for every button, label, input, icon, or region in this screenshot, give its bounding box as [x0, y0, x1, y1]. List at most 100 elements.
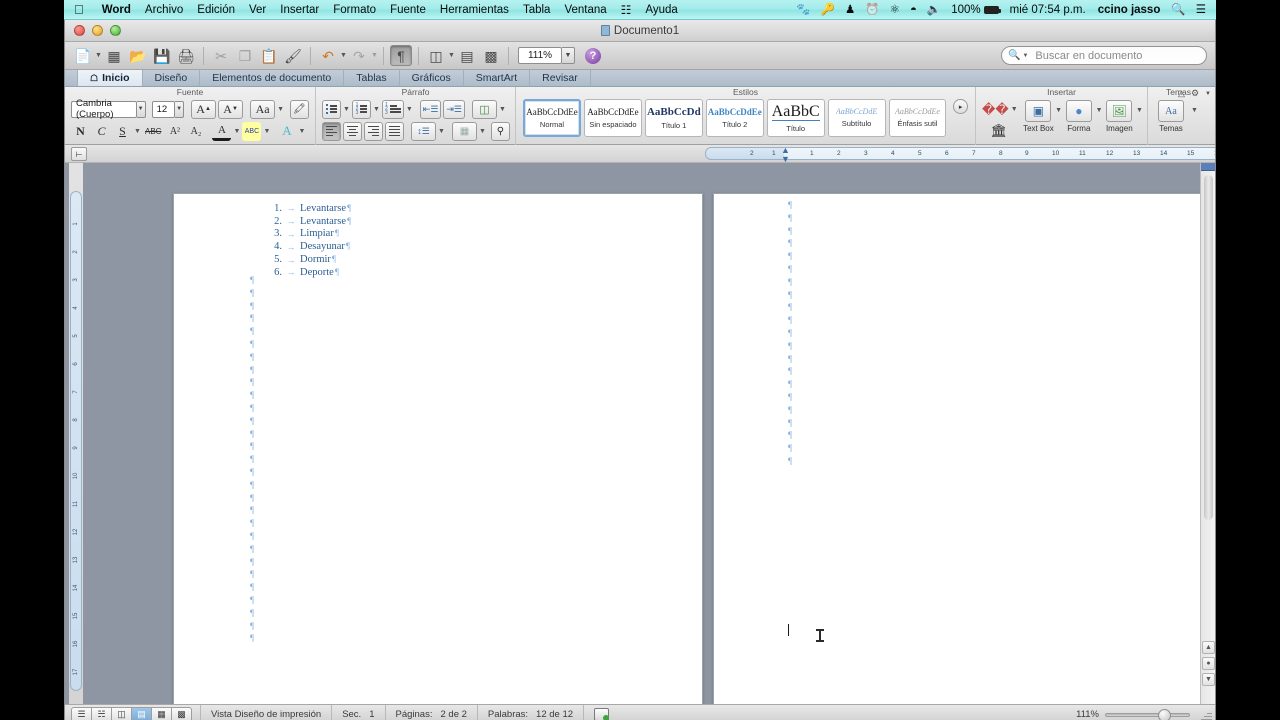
numbered-list-button[interactable]: 123 [352, 99, 371, 119]
shape-chevron-down-icon[interactable]: ▼ [1096, 107, 1103, 114]
tab-stop-selector-button[interactable]: ⊢ [71, 147, 87, 161]
zoom-slider-knob[interactable] [1158, 708, 1171, 720]
user-name-label[interactable]: ccino jasso [1092, 0, 1167, 20]
paste-button[interactable]: 📋 [258, 45, 280, 66]
record-macro-field[interactable] [583, 704, 619, 720]
cut-button[interactable]: ✂ [210, 45, 232, 66]
list-item[interactable]: 1. → Levantarse¶ [266, 202, 351, 215]
font-color-chevron-down-icon[interactable]: ▼ [233, 128, 240, 135]
change-case-button[interactable]: Aa [250, 99, 276, 119]
bold-button[interactable]: N [71, 122, 90, 141]
menu-item-ayuda[interactable]: Ayuda [638, 0, 684, 20]
zoom-stepper[interactable]: ▼ [562, 47, 575, 64]
publishing-view-button[interactable]: ◫ [111, 706, 132, 720]
select-browse-object-button[interactable]: ● [1202, 657, 1215, 670]
picture-chevron-down-icon[interactable]: ▼ [1136, 107, 1143, 114]
styles-more-button[interactable]: ▸ [953, 99, 968, 114]
text-box-chevron-down-icon[interactable]: ▼ [1055, 107, 1062, 114]
tab-elementos-de-documento[interactable]: Elementos de documento [200, 70, 345, 86]
undo-chevron-down-icon[interactable]: ▼ [340, 52, 347, 59]
zoom-slider[interactable] [1105, 708, 1190, 720]
list-item[interactable]: 5. → Dormir¶ [266, 253, 351, 266]
format-painter-button[interactable]: 🖌 [282, 45, 304, 66]
font-size-chevron-down-icon[interactable]: ▼ [175, 100, 185, 118]
photo-button[interactable]: 🏛 [980, 121, 1018, 140]
themes-chevron-down-icon[interactable]: ▼ [1191, 107, 1198, 114]
list-item[interactable]: 4. → Desayunar¶ [266, 240, 351, 253]
highlight-chevron-down-icon[interactable]: ▼ [263, 128, 270, 135]
line-spacing-chevron-down-icon[interactable]: ▼ [438, 128, 445, 135]
list-item[interactable]: 6. → Deporte¶ [266, 266, 351, 279]
style-titulo-2[interactable]: AaBbCcDdEe Título 2 [705, 99, 764, 137]
bulleted-list-button[interactable] [322, 99, 341, 119]
copy-button[interactable]: ❐ [234, 45, 256, 66]
menu-item-insertar[interactable]: Insertar [273, 0, 326, 20]
help-button[interactable]: ? [585, 47, 601, 64]
bluetooth-icon[interactable]: ⚛ [885, 0, 905, 20]
clear-formatting-button[interactable]: 🖍 [290, 99, 310, 119]
notebook-button[interactable]: ▤ [456, 45, 478, 66]
zoom-input[interactable]: 111% [518, 47, 562, 64]
show-formatting-marks-button[interactable]: ¶ [390, 45, 412, 66]
italic-button[interactable]: C [92, 122, 111, 141]
clock-icon[interactable]: ⏰ [860, 0, 884, 20]
print-layout-view-button[interactable]: ▤ [131, 706, 152, 720]
spotlight-search-icon[interactable]: 🔍 [1166, 0, 1190, 20]
notification-center-icon[interactable]: ☰ [1191, 0, 1216, 20]
font-size-input[interactable]: 12 [151, 100, 176, 118]
style-enfasis-sutil[interactable]: AaBbCcDdEe Énfasis sutil [888, 99, 947, 137]
open-gallery-button[interactable]: ▦ [103, 45, 125, 66]
media-browser-button[interactable]: ▩ [480, 45, 502, 66]
subscript-button[interactable]: A₂ [186, 122, 205, 141]
document-page-1[interactable]: 1. → Levantarse¶ 2. → Levantarse¶ 3. → Limpiar¶ 4… [173, 193, 703, 704]
decrease-indent-button[interactable]: ⇤☰ [419, 99, 442, 119]
borders-button[interactable]: ◫ [472, 99, 497, 119]
strikethrough-button[interactable]: ABC [143, 122, 163, 141]
align-center-button[interactable] [343, 121, 362, 141]
ribbon-settings-gear-icon[interactable]: ⚙ [1191, 88, 1199, 99]
apple-menu-icon[interactable]:  [64, 3, 95, 16]
vertical-ruler[interactable]: 1 2 3 4 5 6 7 8 9 10 11 12 13 14 15 16 1… [69, 163, 83, 704]
menu-item-word[interactable]: Word [95, 0, 138, 20]
shrink-font-button[interactable]: A ▼ [218, 99, 244, 119]
ribbon-options-chevron-down-icon[interactable]: ▼ [1205, 91, 1211, 97]
scroll-next-page-button[interactable]: ▼ [1202, 673, 1215, 686]
menu-item-tabla[interactable]: Tabla [516, 0, 558, 20]
multilevel-list-button[interactable]: 123 [382, 99, 404, 119]
font-color-button[interactable]: A [212, 122, 232, 141]
sidebar-button[interactable]: ◫ [425, 45, 447, 66]
new-document-button[interactable]: 📄 [72, 45, 94, 66]
underline-chevron-down-icon[interactable]: ▼ [134, 128, 141, 135]
battery-status[interactable]: 100% [946, 0, 1003, 20]
shading-chevron-down-icon[interactable]: ▼ [479, 128, 486, 135]
sort-button[interactable]: ⚲ [490, 121, 510, 141]
key-icon[interactable]: 🔑 [816, 0, 840, 20]
outline-view-button[interactable]: ☵ [91, 706, 112, 720]
wifi-icon[interactable]: ◓ [905, 0, 922, 20]
tab-revisar[interactable]: Revisar [530, 70, 591, 86]
new-document-chevron-down-icon[interactable]: ▼ [95, 52, 102, 59]
open-button[interactable]: 📂 [127, 45, 149, 66]
numbered-list[interactable]: 1. → Levantarse¶ 2. → Levantarse¶ 3. → Limpiar¶ 4… [266, 202, 351, 279]
draft-view-button[interactable]: ☰ [71, 706, 92, 720]
search-input[interactable]: 🔍 ▼ Buscar en documento [1001, 46, 1207, 65]
tab-smartart[interactable]: SmartArt [464, 70, 531, 86]
grow-font-button[interactable]: A ▲ [191, 99, 217, 119]
underline-button[interactable]: S [113, 122, 132, 141]
menu-item-herramientas[interactable]: Herramientas [433, 0, 516, 20]
align-justify-button[interactable] [385, 121, 404, 141]
redo-button[interactable]: ↷ [348, 45, 370, 66]
save-button[interactable]: 💾 [151, 45, 173, 66]
focus-view-button[interactable]: ▩ [171, 706, 192, 720]
style-titulo[interactable]: AaBbC Título [766, 99, 825, 137]
numbered-list-chevron-down-icon[interactable]: ▼ [373, 106, 380, 113]
change-case-chevron-down-icon[interactable]: ▼ [277, 106, 284, 113]
font-name-chevron-down-icon[interactable]: ▼ [136, 100, 146, 118]
menu-item-fuente[interactable]: Fuente [383, 0, 433, 20]
text-effects-button[interactable]: A [277, 122, 296, 141]
text-box-button[interactable]: ▣ Text Box [1023, 100, 1055, 133]
vertical-scrollbar[interactable]: ▲ ● ▼ [1200, 163, 1215, 704]
style-titulo-1[interactable]: AaBbCcDd Título 1 [644, 99, 703, 137]
clock-label[interactable]: mié 07:54 p.m. [1004, 0, 1092, 20]
vertical-scrollbar-thumb[interactable] [1204, 175, 1213, 520]
